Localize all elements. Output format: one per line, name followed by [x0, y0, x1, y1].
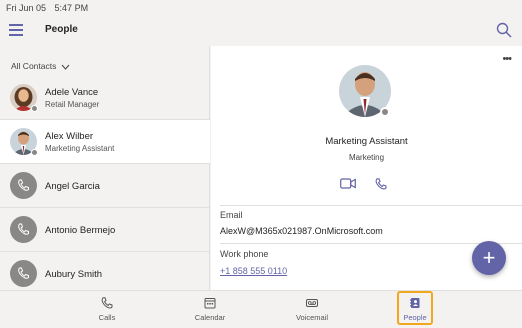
- voicemail-icon: [306, 299, 318, 307]
- divider: [220, 243, 522, 244]
- calendar-icon: [204, 298, 216, 309]
- status-bar: Fri Jun 05 5:47 PM: [0, 0, 522, 15]
- presence-indicator: [380, 107, 390, 117]
- chevron-down-icon: [61, 64, 70, 70]
- contact-phone-avatar-icon: [10, 172, 37, 199]
- contact-job-title: Marketing Assistant: [325, 136, 408, 147]
- contact-department: Marketing: [348, 153, 385, 162]
- contact-list-item[interactable]: Antonio Bermejo: [0, 208, 210, 252]
- contact-role: Marketing Assistant: [45, 144, 115, 153]
- app-frame: Fri Jun 05 5:47 PM People All Contacts A…: [0, 0, 522, 327]
- add-contact-button[interactable]: +: [472, 241, 506, 275]
- status-date: Fri Jun 05: [6, 3, 47, 13]
- phone-icon[interactable]: [375, 178, 387, 190]
- presence-indicator: [31, 105, 38, 112]
- contact-name: Antonio Bermejo: [45, 225, 116, 236]
- contact-list-item[interactable]: Angel Garcia: [0, 164, 210, 208]
- contact-list-pane: All Contacts Adele Vance Retail Manager: [0, 46, 210, 290]
- phone-icon: [101, 297, 113, 309]
- tab-voicemail[interactable]: Voicemail: [282, 291, 342, 328]
- email-label: Email: [220, 210, 243, 220]
- tab-calendar[interactable]: Calendar: [180, 291, 240, 328]
- tab-calls[interactable]: Calls: [77, 291, 137, 328]
- page-title: People: [45, 24, 78, 35]
- search-icon[interactable]: [496, 22, 512, 38]
- bottom-tab-bar: Calls Calendar Voicemail People: [0, 290, 522, 327]
- email-value[interactable]: AlexW@M365x021987.OnMicrosoft.com: [220, 226, 383, 236]
- status-time: 5:47 PM: [54, 3, 89, 13]
- tab-label: Calls: [98, 313, 116, 322]
- contacts-filter-label: All Contacts: [11, 61, 57, 71]
- contact-phone-avatar-icon: [10, 260, 37, 287]
- menu-icon[interactable]: [9, 24, 23, 36]
- contact-name: Adele Vance: [45, 87, 99, 98]
- contact-list-item[interactable]: Adele Vance Retail Manager: [0, 76, 210, 120]
- contact-list-item-selected[interactable]: Alex Wilber Marketing Assistant: [0, 120, 210, 164]
- contact-role: Retail Manager: [45, 100, 100, 109]
- more-options-icon[interactable]: •••: [502, 53, 512, 65]
- video-call-icon[interactable]: [340, 178, 356, 189]
- work-phone-label: Work phone: [220, 249, 269, 259]
- contacts-filter-dropdown[interactable]: All Contacts: [11, 61, 70, 71]
- tab-label: Calendar: [194, 313, 226, 322]
- active-tab-highlight: [397, 291, 433, 325]
- contact-phone-avatar-icon: [10, 216, 37, 243]
- contact-name: Alex Wilber: [45, 131, 94, 142]
- contact-name: Aubury Smith: [45, 269, 103, 280]
- top-bar: People: [0, 15, 522, 46]
- divider: [220, 205, 522, 206]
- contact-name: Angel Garcia: [45, 181, 100, 192]
- tab-label: Voicemail: [295, 313, 329, 322]
- presence-indicator: [31, 149, 38, 156]
- work-phone-link[interactable]: +1 858 555 0110: [220, 266, 287, 276]
